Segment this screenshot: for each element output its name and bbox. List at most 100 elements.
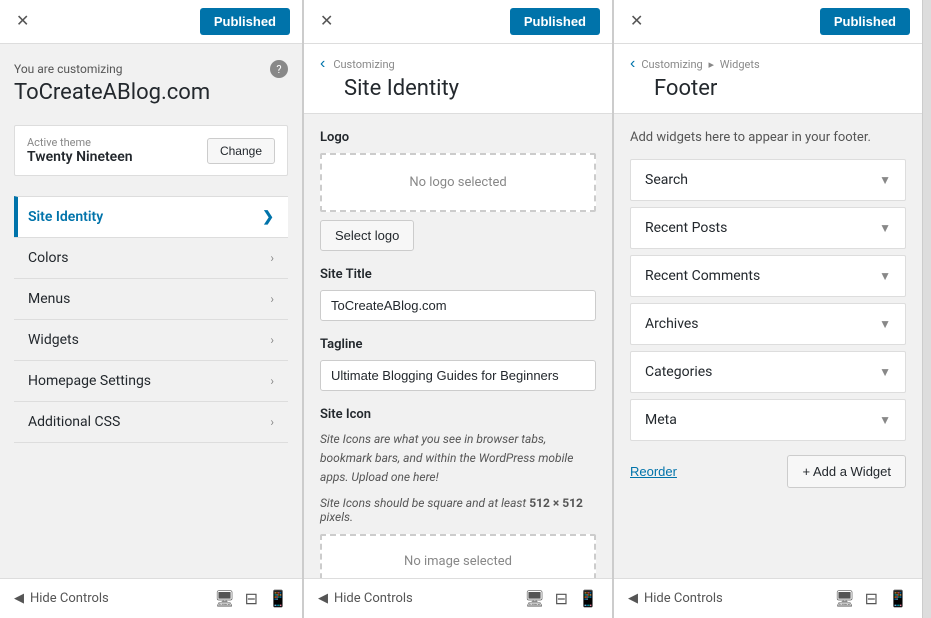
site-title-input[interactable] [320, 290, 596, 321]
panel3-hide-controls-arrow-icon: ◀ [628, 591, 638, 606]
desktop-icon[interactable]: 🖥 [214, 589, 234, 608]
widget-item-recent-posts[interactable]: Recent Posts ▼ [630, 207, 906, 249]
chevron-right-icon: › [270, 251, 274, 265]
hide-controls-label: Hide Controls [30, 591, 109, 606]
panel2-hide-controls-arrow-icon: ◀ [318, 591, 328, 606]
panel3-breadcrumb-1: Customizing [641, 58, 702, 71]
widget-item-recent-comments[interactable]: Recent Comments ▼ [630, 255, 906, 297]
sidebar-item-additional-css[interactable]: Additional CSS › [14, 401, 288, 443]
logo-label: Logo [320, 130, 596, 145]
customizing-label: You are customizing ? [14, 60, 288, 78]
select-logo-button[interactable]: Select logo [320, 220, 414, 251]
widgets-description: Add widgets here to appear in your foote… [630, 130, 906, 145]
change-theme-button[interactable]: Change [207, 138, 275, 164]
site-icon-size-text: Site Icons should be square and at least [320, 496, 526, 510]
panel1-footer: ◀ Hide Controls 🖥 ⊟ 📱 [0, 578, 302, 618]
active-theme-section: Active theme Twenty Nineteen Change [14, 125, 288, 176]
panel2-section-title: Site Identity [320, 76, 596, 101]
panel3-section-title: Footer [630, 76, 906, 101]
panel3-footer: ◀ Hide Controls 🖥 ⊟ 📱 [614, 578, 922, 618]
panel2-published-button[interactable]: Published [510, 8, 600, 35]
chevron-right-icon: › [270, 415, 274, 429]
site-icon-label: Site Icon [320, 407, 596, 422]
panel1-body: You are customizing ? ToCreateABlog.com … [0, 44, 302, 578]
tablet-icon[interactable]: ⊟ [245, 589, 258, 608]
device-icons-group: 🖥 ⊟ 📱 [214, 589, 288, 608]
widget-label: Search [645, 172, 688, 188]
panel3-back-row: ‹ Customizing ▸ Widgets [630, 56, 906, 72]
panel2-device-icons-group: 🖥 ⊟ 📱 [524, 589, 598, 608]
panel3-breadcrumb-sep: ▸ [708, 58, 714, 71]
sidebar-item-widgets[interactable]: Widgets › [14, 319, 288, 360]
widget-label: Meta [645, 412, 677, 428]
panel3-back-button[interactable]: ‹ [630, 56, 635, 72]
panel3-hide-controls-button[interactable]: ◀ Hide Controls [628, 591, 723, 606]
sidebar-item-homepage-settings[interactable]: Homepage Settings › [14, 360, 288, 401]
hide-controls-button[interactable]: ◀ Hide Controls [14, 591, 109, 606]
chevron-right-icon: › [270, 292, 274, 306]
logo-section: Logo No logo selected Select logo [320, 130, 596, 251]
site-title-label: Site Title [320, 267, 596, 282]
widget-label: Categories [645, 364, 712, 380]
widget-item-search[interactable]: Search ▼ [630, 159, 906, 201]
panel2-hide-controls-label: Hide Controls [334, 591, 413, 606]
panel2-back-button[interactable]: ‹ [320, 56, 325, 72]
panel3-tablet-icon[interactable]: ⊟ [865, 589, 878, 608]
panel2-hide-controls-button[interactable]: ◀ Hide Controls [318, 591, 413, 606]
logo-placeholder: No logo selected [320, 153, 596, 212]
widget-chevron-icon: ▼ [879, 365, 891, 379]
site-icon-section: Site Icon Site Icons are what you see in… [320, 407, 596, 578]
widget-chevron-icon: ▼ [879, 317, 891, 331]
tagline-label: Tagline [320, 337, 596, 352]
panel3-breadcrumb-2: Widgets [720, 58, 760, 71]
panel2-mobile-icon[interactable]: 📱 [578, 589, 598, 608]
panel3-close-button[interactable]: ✕ [626, 14, 647, 30]
panel3-body: Add widgets here to appear in your foote… [614, 114, 922, 578]
tagline-section: Tagline [320, 337, 596, 391]
panel2-body: Logo No logo selected Select logo Site T… [304, 114, 612, 578]
site-icon-size-value: 512 × 512 [529, 496, 583, 510]
add-widget-button[interactable]: + Add a Widget [787, 455, 906, 488]
sidebar-item-label: Menus [28, 291, 70, 307]
panel3-device-icons-group: 🖥 ⊟ 📱 [834, 589, 908, 608]
widget-chevron-icon: ▼ [879, 221, 891, 235]
sidebar-item-label: Site Identity [28, 209, 103, 225]
panel2-footer: ◀ Hide Controls 🖥 ⊟ 📱 [304, 578, 612, 618]
panel3-header: ✕ Published [614, 0, 922, 44]
help-icon[interactable]: ? [270, 60, 288, 78]
panel1-close-button[interactable]: ✕ [12, 14, 33, 30]
site-icon-placeholder: No image selected [320, 534, 596, 578]
chevron-right-icon: › [270, 374, 274, 388]
sidebar-item-colors[interactable]: Colors › [14, 237, 288, 278]
panel3-desktop-icon[interactable]: 🖥 [834, 589, 854, 608]
sidebar-item-site-identity[interactable]: Site Identity ❯ [14, 196, 288, 237]
widget-item-categories[interactable]: Categories ▼ [630, 351, 906, 393]
sidebar-item-label: Homepage Settings [28, 373, 151, 389]
panel2-desktop-icon[interactable]: 🖥 [524, 589, 544, 608]
site-name: ToCreateABlog.com [14, 80, 288, 105]
hide-controls-arrow-icon: ◀ [14, 591, 24, 606]
widget-label: Recent Posts [645, 220, 727, 236]
chevron-right-icon: ❯ [262, 209, 274, 225]
active-theme-label: Active theme [27, 136, 133, 149]
panel2-close-button[interactable]: ✕ [316, 14, 337, 30]
sidebar-item-menus[interactable]: Menus › [14, 278, 288, 319]
widget-actions: Reorder + Add a Widget [630, 455, 906, 488]
panel2-tablet-icon[interactable]: ⊟ [555, 589, 568, 608]
site-icon-size-end: pixels. [320, 510, 353, 524]
reorder-button[interactable]: Reorder [630, 464, 677, 479]
panel3-published-button[interactable]: Published [820, 8, 910, 35]
tagline-input[interactable] [320, 360, 596, 391]
widget-label: Recent Comments [645, 268, 760, 284]
widget-chevron-icon: ▼ [879, 173, 891, 187]
panel1-published-button[interactable]: Published [200, 8, 290, 35]
site-icon-description: Site Icons are what you see in browser t… [320, 430, 596, 488]
site-title-section: Site Title [320, 267, 596, 321]
mobile-icon[interactable]: 📱 [268, 589, 288, 608]
sidebar-item-label: Widgets [28, 332, 79, 348]
widget-item-meta[interactable]: Meta ▼ [630, 399, 906, 441]
panel2-subheader: ‹ Customizing Site Identity [304, 44, 612, 114]
widget-item-archives[interactable]: Archives ▼ [630, 303, 906, 345]
panel3-subheader: ‹ Customizing ▸ Widgets Footer [614, 44, 922, 114]
panel3-mobile-icon[interactable]: 📱 [888, 589, 908, 608]
